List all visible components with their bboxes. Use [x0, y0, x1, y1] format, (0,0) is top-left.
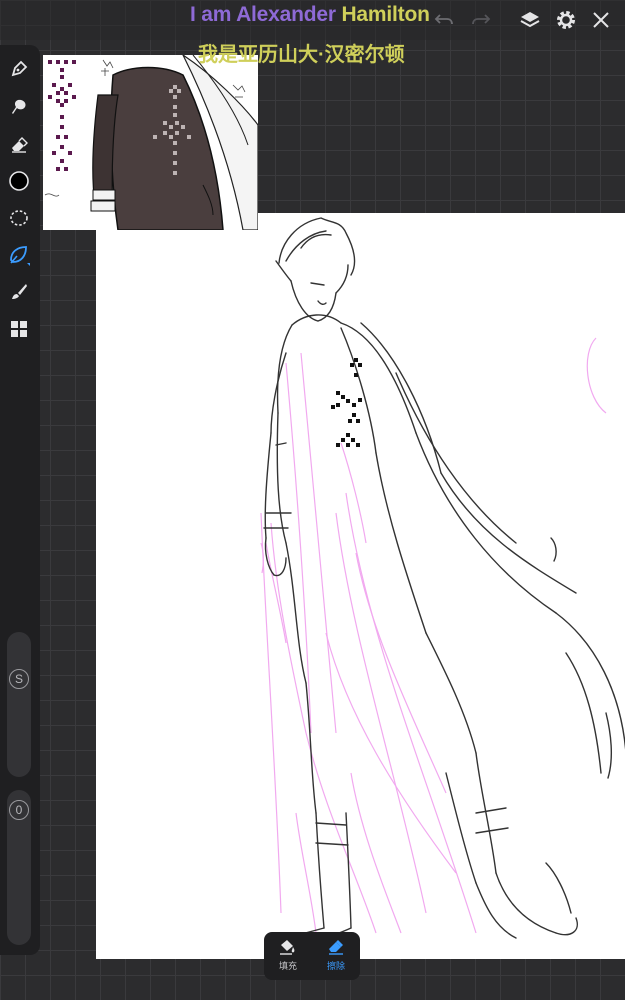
top-bar: I am Alexander Hamilton: [0, 0, 625, 40]
left-toolbar: S 0: [0, 45, 40, 955]
pen-icon[interactable]: [5, 55, 33, 83]
brush-icon[interactable]: [5, 278, 33, 306]
drawing-app: I am Alexander Hamilton 我是亚历山大·汉密尔顿 S 0 …: [0, 0, 625, 1000]
apps-grid-icon[interactable]: [5, 315, 33, 343]
settings-icon[interactable]: [552, 6, 580, 34]
brush-size-knob[interactable]: S: [9, 669, 29, 689]
fill-button[interactable]: 填充: [264, 932, 312, 980]
redo-icon[interactable]: [467, 6, 495, 34]
opacity-knob[interactable]: 0: [9, 800, 29, 820]
reference-artwork: [43, 55, 258, 230]
drawing-canvas[interactable]: [96, 213, 625, 959]
reference-image-panel[interactable]: [43, 55, 258, 230]
smudge-icon[interactable]: [5, 93, 33, 121]
color-swatch[interactable]: [5, 167, 33, 195]
undo-icon[interactable]: [430, 6, 458, 34]
caption-english: I am Alexander Hamilton: [190, 3, 430, 27]
opacity-slider[interactable]: 0: [7, 790, 31, 945]
layers-icon[interactable]: [516, 6, 544, 34]
fill-erase-popup: 填充 擦除: [264, 932, 360, 980]
close-icon[interactable]: [587, 6, 615, 34]
erase-label: 擦除: [326, 961, 345, 971]
caption-english-part2: Hamilton: [335, 3, 430, 26]
caption-english-part1: I am Alexander: [190, 3, 336, 26]
brush-size-slider[interactable]: S: [7, 632, 31, 777]
erase-button[interactable]: 擦除: [312, 932, 360, 980]
leaf-shape-icon[interactable]: [5, 241, 33, 269]
erase-icon: [329, 940, 343, 955]
fill-label: 填充: [278, 961, 297, 971]
lasso-icon[interactable]: [5, 204, 33, 232]
fill-bucket-icon: [280, 940, 295, 955]
sketch-artwork: [260, 217, 625, 948]
eraser-icon[interactable]: [5, 131, 33, 159]
caption-chinese: 我是亚历山大·汉密尔顿: [198, 44, 405, 66]
